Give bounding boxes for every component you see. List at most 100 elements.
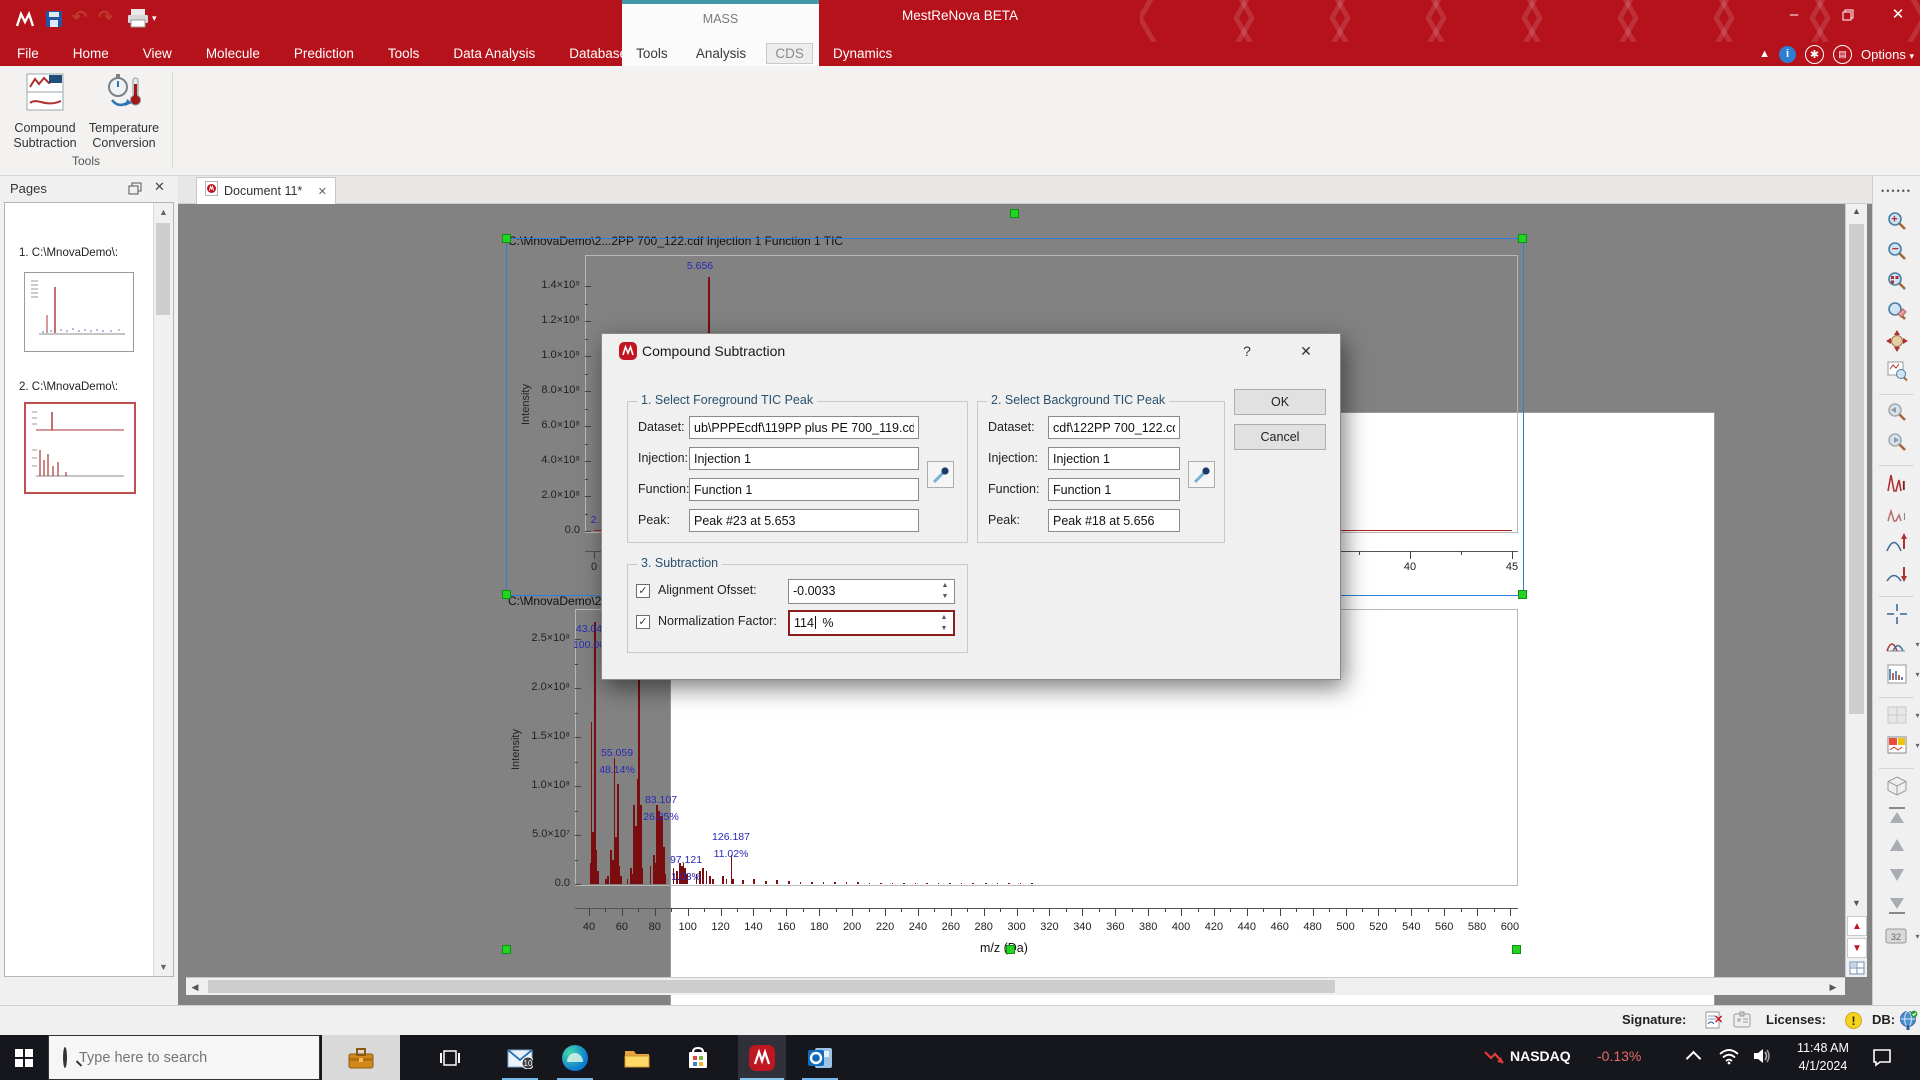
background-peak-picker-button[interactable] <box>1188 461 1215 488</box>
arrange-color-icon[interactable]: ▾ <box>1880 730 1914 760</box>
dialog-help-button[interactable]: ? <box>1235 340 1259 362</box>
pages-scroll-down-icon[interactable]: ▼ <box>154 958 173 976</box>
view-3d-icon[interactable] <box>1880 771 1914 801</box>
volume-icon[interactable] <box>1752 1047 1774 1070</box>
pages-scroll-up-icon[interactable]: ▲ <box>154 203 173 221</box>
dialog-close-button[interactable]: ✕ <box>1294 340 1318 362</box>
edge-app-icon[interactable] <box>553 1035 597 1080</box>
alignment-offset-spinner[interactable]: ▲▼ <box>938 581 952 601</box>
vertical-scrollbar[interactable]: ▲ ▼ ▲ ▼ <box>1845 204 1867 977</box>
signature-status-icon[interactable]: ✕ <box>1705 1011 1725 1035</box>
normalization-factor-checkbox[interactable]: ✓ <box>636 615 650 629</box>
alignment-offset-input[interactable]: -0.0033 ▲▼ <box>788 579 955 604</box>
page-item-2-label[interactable]: 2. C:\MnovaDemo\: <box>19 381 118 393</box>
print-icon[interactable] <box>126 7 150 34</box>
horizontal-scrollbar[interactable]: ◀ ▶ <box>186 977 1845 995</box>
background-injection-input[interactable] <box>1048 447 1180 470</box>
start-button[interactable] <box>0 1035 48 1080</box>
menu-item-prediction[interactable]: Prediction <box>277 42 371 66</box>
ms-store-icon[interactable] <box>676 1035 720 1080</box>
selection-handle[interactable] <box>502 590 511 599</box>
float-panel-icon[interactable] <box>128 182 142 200</box>
reduced-intensity-icon[interactable]: I <box>1880 498 1914 528</box>
page-grid-icon[interactable] <box>1847 960 1867 976</box>
taskbar-search[interactable] <box>48 1035 320 1080</box>
minimize-button[interactable]: – <box>1772 0 1816 30</box>
ribbon-collapse-icon[interactable]: ▲ <box>1759 48 1770 60</box>
scroll-right-icon[interactable]: ▶ <box>1826 982 1840 993</box>
zoom-out-icon[interactable]: − <box>1880 236 1914 266</box>
foreground-peak-input[interactable] <box>689 509 919 532</box>
arrange-plain-icon[interactable]: ▾ <box>1880 700 1914 730</box>
normalization-factor-input[interactable]: 114 % ▲▼ <box>788 610 955 636</box>
info-icon[interactable]: i <box>1779 46 1796 63</box>
full-intensity-icon[interactable]: I <box>1880 468 1914 498</box>
compound-subtraction-button[interactable]: CompoundSubtraction <box>3 72 87 151</box>
zoom-reset-icon[interactable] <box>1880 296 1914 326</box>
wifi-icon[interactable] <box>1718 1047 1740 1070</box>
selection-handle[interactable] <box>1518 234 1527 243</box>
license-warning-icon[interactable]: ! <box>1845 1012 1862 1029</box>
alignment-offset-checkbox[interactable]: ✓ <box>636 584 650 598</box>
temperature-conversion-button[interactable]: TemperatureConversion <box>82 72 166 151</box>
ticker-name[interactable]: NASDAQ <box>1510 1048 1571 1064</box>
document-tab[interactable]: Document 11* ✕ <box>196 177 336 204</box>
crosshair-icon[interactable] <box>1880 599 1914 629</box>
next-zoom-icon[interactable] <box>1880 427 1914 457</box>
menu-item-tools[interactable]: Tools <box>371 42 437 66</box>
taskbar-briefcase-app[interactable] <box>322 1035 400 1080</box>
save-icon[interactable] <box>44 9 64 34</box>
foreground-dataset-input[interactable] <box>689 416 919 439</box>
document-tab-close-icon[interactable]: ✕ <box>318 185 327 198</box>
background-function-input[interactable] <box>1048 478 1180 501</box>
selection-handle[interactable] <box>1518 590 1527 599</box>
tab-dynamics[interactable]: Dynamics <box>833 42 892 66</box>
file-explorer-icon[interactable] <box>615 1035 659 1080</box>
tab-cds[interactable]: CDS <box>766 43 813 64</box>
selection-handle[interactable] <box>502 234 511 243</box>
task-view-icon[interactable] <box>428 1035 472 1080</box>
scroll-left-icon[interactable]: ◀ <box>188 982 202 993</box>
selection-handle[interactable] <box>1512 945 1521 954</box>
expand-top-icon[interactable] <box>1880 801 1914 831</box>
close-button[interactable]: ✕ <box>1876 0 1920 30</box>
tray-expand-icon[interactable] <box>1686 1051 1702 1067</box>
foreground-peak-picker-button[interactable] <box>927 461 954 488</box>
selection-handle[interactable] <box>1006 945 1015 954</box>
menu-item-molecule[interactable]: Molecule <box>189 42 277 66</box>
move-up-icon[interactable] <box>1880 831 1914 861</box>
toolbar-drag-handle[interactable]: •••••• <box>1880 176 1914 206</box>
certificate-icon[interactable] <box>1732 1011 1752 1035</box>
close-panel-icon[interactable]: ✕ <box>154 179 165 195</box>
print-dropdown-icon[interactable]: ▾ <box>152 13 157 24</box>
taskbar-clock[interactable]: 11:48 AM 4/1/2024 <box>1786 1039 1860 1075</box>
menu-item-home[interactable]: Home <box>56 42 126 66</box>
gear-icon[interactable]: ✱ <box>1805 45 1824 64</box>
background-peak-input[interactable] <box>1048 509 1180 532</box>
foreground-function-input[interactable] <box>689 478 919 501</box>
previous-zoom-icon[interactable] <box>1880 397 1914 427</box>
scroll-down-icon[interactable]: ▼ <box>1846 898 1867 908</box>
page-item-2-thumbnail[interactable] <box>24 402 136 494</box>
tab-analysis[interactable]: Analysis <box>688 44 754 63</box>
ticker-change[interactable]: -0.13% <box>1597 1048 1641 1064</box>
page-item-1-label[interactable]: 1. C:\MnovaDemo\: <box>19 247 118 259</box>
move-down-icon[interactable] <box>1880 861 1914 891</box>
scroll-up-icon[interactable]: ▲ <box>1846 206 1867 216</box>
bit-depth-icon[interactable]: 32▾ <box>1880 921 1914 951</box>
zoom-region-icon[interactable] <box>1880 266 1914 296</box>
normalization-factor-spinner[interactable]: ▲▼ <box>937 613 951 633</box>
expand-bottom-icon[interactable] <box>1880 891 1914 921</box>
redo-icon[interactable]: ↷ <box>98 7 113 28</box>
selection-handle[interactable] <box>502 945 511 954</box>
search-input[interactable] <box>77 1049 281 1067</box>
notes-icon[interactable]: ▤ <box>1833 45 1852 64</box>
previous-page-icon[interactable]: ▲ <box>1847 916 1867 936</box>
undo-icon[interactable]: ↶ <box>72 7 87 28</box>
mnova-app-icon[interactable] <box>738 1035 786 1080</box>
ok-button[interactable]: OK <box>1234 389 1326 415</box>
menu-item-data-analysis[interactable]: Data Analysis <box>436 42 552 66</box>
zoom-in-icon[interactable]: + <box>1880 206 1914 236</box>
overlay-spectra-icon[interactable]: ▾ <box>1880 629 1914 659</box>
menu-item-view[interactable]: View <box>126 42 189 66</box>
